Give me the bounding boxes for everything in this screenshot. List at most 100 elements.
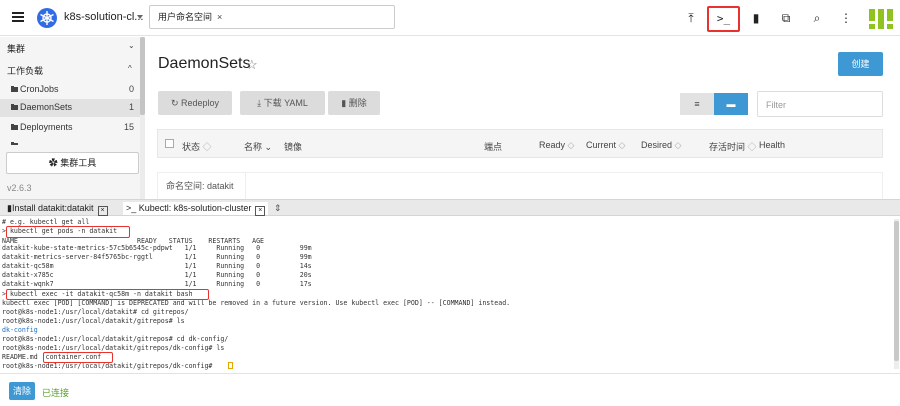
download-yaml-label: 下载 YAML <box>263 98 308 108</box>
column-header-health[interactable]: Health <box>759 140 785 150</box>
version-label: v2.6.3 <box>7 183 32 193</box>
chevron-down-icon[interactable]: ⌄ <box>128 41 135 50</box>
favorite-star-icon[interactable]: ☆ <box>246 57 258 73</box>
sidebar-item-cronjobs[interactable]: CronJobs 0 <box>0 81 140 99</box>
sidebar-item-daemonsets[interactable]: DaemonSets 1 <box>0 99 140 117</box>
column-header-label: 存活时间 <box>709 142 746 152</box>
sort-icon: ◇ <box>618 140 626 150</box>
sidebar-item-count: 1 <box>128 102 134 112</box>
terminal-icon: >_ <box>126 203 137 213</box>
sidebar-item-label: CronJobs <box>20 84 59 94</box>
sidebar-item-count: 15 <box>123 122 134 132</box>
terminal-output[interactable]: # e.g. kubectl get all > kubectl get pod… <box>0 217 900 373</box>
terminal-scrollbar[interactable] <box>894 219 899 369</box>
folder-icon <box>11 142 18 145</box>
namespace-group-label[interactable]: 命名空间: datakit <box>158 173 246 200</box>
column-header-label: 状态 <box>182 142 201 152</box>
namespace-chip-label: 用户命名空间 <box>158 12 213 22</box>
terminal-line: root@k8s-node1:/usr/local/datakit# cd gi… <box>2 308 189 316</box>
top-header: k8s-solution-cl... 用户命名空间 × ⤒ >_ ▮ ⧉ ⌕ ⋮ <box>0 0 900 36</box>
column-header-name[interactable]: 名称 ⌄ <box>244 140 272 153</box>
filter-input[interactable]: Filter <box>757 91 883 117</box>
sort-down-icon: ⌄ <box>264 142 273 152</box>
tab-install-datakit[interactable]: ▮Install datakit:datakit × <box>7 202 108 216</box>
folder-icon <box>11 124 18 130</box>
column-header-endpoints[interactable]: 端点 <box>484 140 502 153</box>
gear-icon: ✿ <box>48 158 58 168</box>
cluster-dropdown-icon[interactable] <box>137 15 143 19</box>
more-vert-icon[interactable]: ⋮ <box>836 8 856 28</box>
expand-collapse-icon[interactable]: ⇕ <box>274 202 282 215</box>
import-icon[interactable]: ⧉ <box>776 8 796 28</box>
upload-icon[interactable]: ⤒ <box>681 8 701 28</box>
group-by-namespace-icon[interactable]: ▬ <box>714 93 748 115</box>
sort-icon: ◇ <box>202 142 212 152</box>
chip-close-icon[interactable]: × <box>217 12 222 22</box>
sidebar-item-label: DaemonSets <box>20 102 73 112</box>
terminal-line: datakit-x785c 1/1 Running 0 20s <box>2 271 312 279</box>
terminal-line: root@k8s-node1:/usr/local/datakit/gitrep… <box>2 362 217 370</box>
user-avatar[interactable] <box>869 9 893 29</box>
column-header-desired[interactable]: Desired ◇ <box>641 140 681 151</box>
download-icon: ⤓ <box>257 98 262 108</box>
tab-label: Kubectl: k8s-solution-cluster <box>138 203 252 213</box>
sidebar-item-deployments[interactable]: Deployments 15 <box>0 119 140 137</box>
namespace-chip: 用户命名空间 × <box>154 9 226 25</box>
sidebar-group-cluster[interactable]: 集群 <box>7 42 25 55</box>
terminal-line: datakit-wqnk7 1/1 Running 0 17s <box>2 280 312 288</box>
namespace-filter[interactable]: 用户命名空间 × <box>149 5 395 29</box>
terminal-footer: 清除 已连接 <box>0 373 900 406</box>
close-icon[interactable]: × <box>97 206 108 216</box>
sort-icon: ◇ <box>747 142 757 152</box>
select-all-checkbox[interactable] <box>165 139 174 148</box>
hamburger-menu-icon[interactable] <box>12 12 24 22</box>
column-header-current[interactable]: Current ◇ <box>586 140 625 151</box>
terminal-line: root@k8s-node1:/usr/local/datakit/gitrep… <box>2 344 225 352</box>
column-header-label: Current <box>586 140 617 150</box>
terminal-line: dk-config <box>2 326 38 334</box>
folder-icon <box>11 104 18 110</box>
column-header-state[interactable]: 状态 ◇ <box>182 140 212 153</box>
filter-placeholder: Filter <box>766 100 786 110</box>
page-title: DaemonSets <box>158 55 251 72</box>
tab-label: Install datakit:datakit <box>11 203 94 213</box>
terminal-cursor <box>228 362 233 369</box>
cluster-name[interactable]: k8s-solution-cl... <box>64 11 143 23</box>
terminal-line: kubectl exec [POD] [COMMAND] is DEPRECAT… <box>2 299 511 307</box>
terminal-tab-bar: ▮Install datakit:datakit × >_ Kubectl: k8… <box>0 199 900 216</box>
create-button[interactable]: 创建 <box>838 52 883 76</box>
highlight-box-get-pods <box>6 226 130 238</box>
column-header-age[interactable]: 存活时间 ◇ <box>709 140 757 153</box>
cluster-tools-button[interactable]: ✿ 集群工具 <box>6 152 139 174</box>
folder-icon <box>11 86 18 92</box>
column-header-image[interactable]: 镜像 <box>284 140 302 153</box>
delete-button[interactable]: ▮ 删除 <box>328 91 380 115</box>
chevron-up-icon[interactable]: ^ <box>128 64 132 73</box>
sidebar-scrollbar[interactable] <box>140 37 145 199</box>
clear-button[interactable]: 清除 <box>9 382 35 400</box>
terminal-line: root@k8s-node1:/usr/local/datakit/gitrep… <box>2 335 229 343</box>
redeploy-label: Redeploy <box>181 98 220 108</box>
highlight-box-container-conf <box>43 352 113 363</box>
sidebar-group-workloads[interactable]: 工作负载 <box>7 64 43 77</box>
terminal-line: datakit-qc58m 1/1 Running 0 14s <box>2 262 312 270</box>
terminal-line: datakit-kube-state-metrics-57c5b6545c-pd… <box>2 244 312 252</box>
flat-list-view-icon[interactable]: ≡ <box>680 93 714 115</box>
namespace-group-row: 命名空间: datakit <box>157 172 883 200</box>
redeploy-button[interactable]: ↻ Redeploy <box>158 91 232 115</box>
sidebar-item-partial[interactable] <box>0 139 140 145</box>
column-header-ready[interactable]: Ready ◇ <box>539 140 574 151</box>
sort-icon: ◇ <box>567 140 575 150</box>
cluster-tools-label: 集群工具 <box>60 158 97 168</box>
kubectl-shell-button[interactable]: >_ <box>707 6 740 32</box>
kubernetes-logo-icon[interactable] <box>37 8 57 28</box>
close-icon[interactable]: × <box>255 206 266 216</box>
column-header-label: 名称 <box>244 142 263 152</box>
file-icon[interactable]: ▮ <box>746 8 766 28</box>
sidebar-item-label: Deployments <box>20 122 73 132</box>
download-yaml-button[interactable]: ⤓ 下载 YAML <box>240 91 325 115</box>
highlight-box-exec <box>6 289 209 300</box>
tab-kubectl[interactable]: >_ Kubectl: k8s-solution-cluster × <box>123 202 269 216</box>
kubectl-shell-icon: >_ <box>716 12 731 25</box>
search-icon[interactable]: ⌕ <box>807 8 827 28</box>
